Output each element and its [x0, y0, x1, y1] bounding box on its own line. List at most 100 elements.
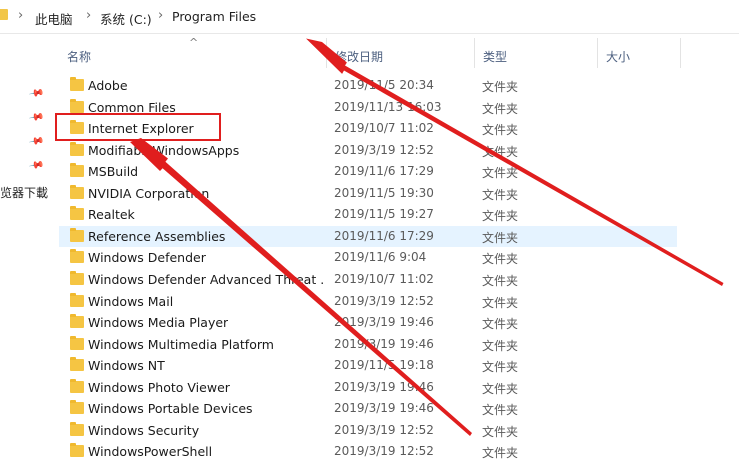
column-date-modified[interactable]: 修改日期 [327, 34, 475, 71]
file-name: NVIDIA Corporation [88, 185, 210, 201]
nav-item-browser-downloads[interactable]: 览器下載 [0, 184, 48, 201]
file-row[interactable]: Windows Portable Devices 2019/3/19 19:46 文… [59, 398, 677, 419]
file-name: Windows Multimedia Platform [88, 336, 274, 352]
file-type: 文件夹 [482, 403, 519, 418]
column-name[interactable]: 名称 [59, 34, 327, 71]
column-size-label: 大小 [606, 50, 631, 64]
file-name: Windows Mail [88, 293, 174, 309]
file-name: Windows Media Player [88, 315, 229, 331]
file-row[interactable]: MSBuild 2019/11/6 17:29 文件夹 [59, 161, 677, 182]
chevron-right-icon: › [86, 8, 92, 23]
file-row[interactable]: Adobe 2019/11/5 20:34 文件夹 [59, 75, 677, 96]
file-row[interactable]: Realtek 2019/11/5 19:27 文件夹 [59, 204, 677, 225]
folder-icon [70, 98, 84, 113]
file-row[interactable]: Windows Media Player 2019/3/19 19:46 文件夹 [59, 312, 677, 333]
file-row[interactable]: Windows Photo Viewer 2019/3/19 19:46 文件夹 [59, 377, 677, 398]
highlight-box [55, 113, 221, 141]
pin-icon[interactable]: 📌 [28, 133, 45, 149]
file-date-modified: 2019/3/19 12:52 [334, 444, 434, 459]
column-divider[interactable] [680, 38, 681, 68]
chevron-right-icon: › [18, 8, 24, 23]
folder-icon [70, 443, 84, 458]
file-date-modified: 2019/3/19 12:52 [334, 293, 434, 308]
file-name: Windows NT [88, 358, 165, 374]
file-row[interactable]: Windows Defender 2019/11/6 9:04 文件夹 [59, 247, 677, 268]
column-name-label: 名称 [67, 50, 92, 64]
file-row[interactable]: NVIDIA Corporation 2019/11/5 19:30 文件夹 [59, 183, 677, 204]
file-name: Realtek [88, 207, 135, 223]
pin-icon[interactable]: 📌 [28, 109, 45, 125]
file-date-modified: 2019/11/13 16:03 [334, 99, 442, 114]
file-name: Adobe [88, 78, 128, 93]
file-type: 文件夹 [482, 123, 519, 138]
file-row[interactable]: Windows Defender Advanced Threat ... 2019… [59, 269, 677, 290]
pin-icon[interactable]: 📌 [28, 85, 45, 101]
file-name: Reference Assemblies [88, 228, 226, 244]
column-header: ^ 名称 修改日期 类型 大小 [59, 34, 681, 71]
file-name: Windows Defender Advanced Threat ... [88, 271, 324, 287]
file-date-modified: 2019/11/5 19:30 [334, 185, 434, 200]
file-date-modified: 2019/11/6 9:04 [334, 250, 427, 265]
file-name: Windows Portable Devices [88, 401, 253, 417]
file-type: 文件夹 [482, 295, 519, 310]
folder-icon [70, 400, 84, 415]
folder-icon [70, 270, 84, 285]
column-type[interactable]: 类型 [475, 34, 598, 71]
file-type: 文件夹 [482, 317, 519, 332]
breadcrumb-program-files[interactable]: Program Files [172, 9, 256, 24]
file-row[interactable]: Windows NT 2019/11/5 19:18 文件夹 [59, 355, 677, 376]
pin-icon[interactable]: 📌 [28, 157, 45, 173]
breadcrumb-this-pc[interactable]: 此电脑 [35, 9, 73, 28]
file-type: 文件夹 [482, 360, 519, 375]
folder-icon [70, 357, 84, 372]
folder-icon [70, 421, 84, 436]
file-type: 文件夹 [482, 338, 519, 353]
file-date-modified: 2019/10/7 11:02 [334, 271, 434, 286]
column-date-label: 修改日期 [335, 50, 384, 64]
file-row[interactable]: Windows Security 2019/3/19 12:52 文件夹 [59, 420, 677, 441]
folder-icon [70, 314, 84, 329]
column-size[interactable]: 大小 [598, 34, 681, 71]
file-type: 文件夹 [482, 381, 519, 396]
file-date-modified: 2019/11/5 20:34 [334, 78, 434, 92]
folder-icon [70, 141, 84, 156]
folder-icon [70, 249, 84, 264]
chevron-right-icon: › [158, 8, 164, 23]
file-row[interactable]: WindowsPowerShell 2019/3/19 12:52 文件夹 [59, 441, 677, 462]
folder-icon [70, 227, 84, 242]
folder-icon [70, 292, 84, 307]
file-date-modified: 2019/3/19 19:46 [334, 315, 434, 330]
file-type: 文件夹 [482, 101, 519, 116]
folder-icon [0, 9, 8, 20]
folder-icon [70, 184, 84, 199]
file-date-modified: 2019/11/5 19:27 [334, 207, 434, 222]
file-type: 文件夹 [482, 273, 519, 288]
breadcrumb-system-c[interactable]: 系统 (C:) [100, 9, 152, 28]
file-type: 文件夹 [482, 80, 519, 94]
address-bar[interactable]: › 此电脑 › 系统 (C:) › Program Files [0, 0, 739, 34]
file-row[interactable]: Reference Assemblies 2019/11/6 17:29 文件夹 [59, 225, 677, 247]
file-name: MSBuild [88, 164, 139, 180]
file-row[interactable]: ModifiableWindowsApps 2019/3/19 12:52 文件夹 [59, 140, 677, 161]
folder-icon [70, 163, 84, 178]
file-type: 文件夹 [482, 209, 519, 224]
file-type: 文件夹 [482, 230, 519, 245]
file-name: WindowsPowerShell [88, 444, 213, 460]
file-row[interactable]: Windows Mail 2019/3/19 12:52 文件夹 [59, 291, 677, 312]
file-date-modified: 2019/3/19 19:46 [334, 401, 434, 416]
folder-icon [70, 335, 84, 350]
file-date-modified: 2019/3/19 12:52 [334, 142, 434, 157]
file-date-modified: 2019/11/6 17:29 [334, 164, 434, 179]
navigation-pane[interactable]: 📌 📌 📌 📌 览器下載 [0, 34, 48, 474]
file-name: Windows Defender [88, 250, 206, 266]
file-date-modified: 2019/11/5 19:18 [334, 358, 434, 373]
file-row[interactable]: Windows Multimedia Platform 2019/3/19 19:… [59, 334, 677, 355]
file-date-modified: 2019/3/19 19:46 [334, 336, 434, 351]
file-date-modified: 2019/11/6 17:29 [334, 228, 434, 243]
folder-icon [70, 378, 84, 393]
file-name: ModifiableWindowsApps [88, 142, 240, 158]
file-type: 文件夹 [482, 424, 519, 439]
file-name: Windows Security [88, 422, 200, 438]
file-date-modified: 2019/3/19 12:52 [334, 422, 434, 437]
file-name: Windows Photo Viewer [88, 379, 230, 395]
